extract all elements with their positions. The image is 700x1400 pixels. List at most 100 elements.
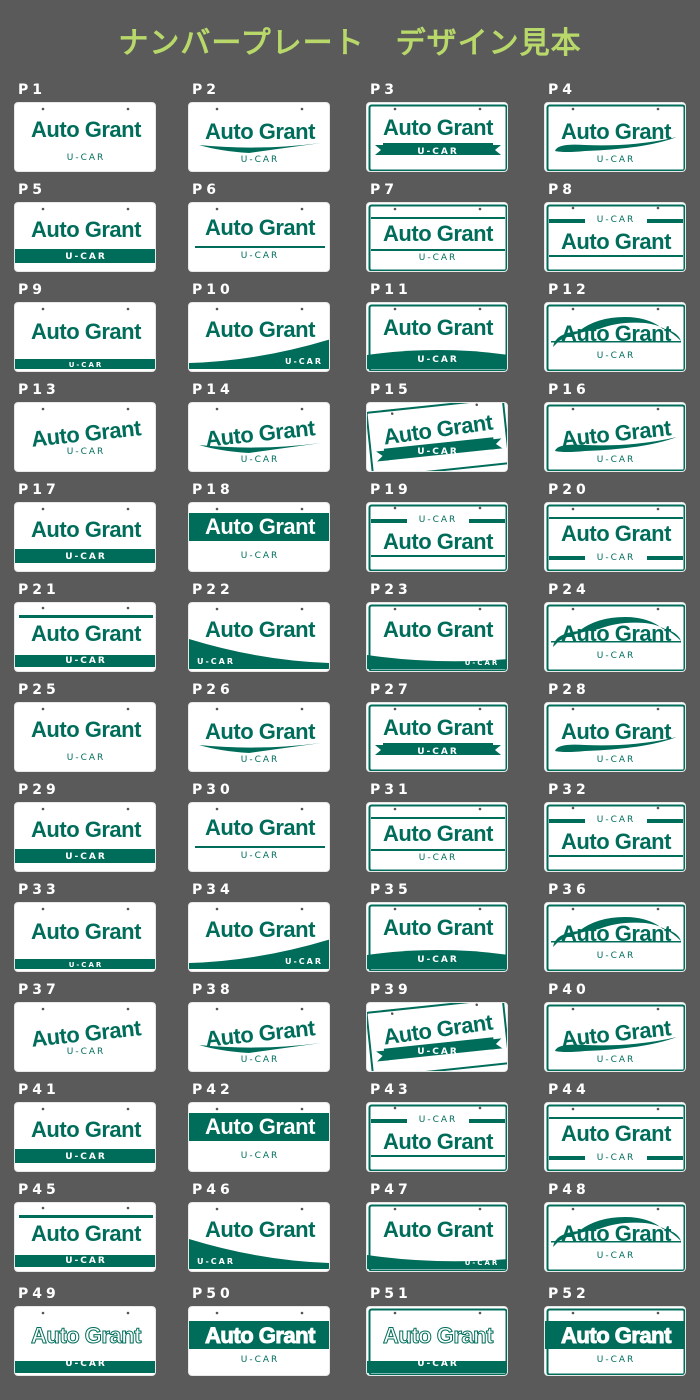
plate-name: Auto Grant [383, 221, 493, 246]
design-cell: P43 Auto Grant U-CAR [366, 1082, 508, 1180]
license-plate: Auto Grant U-CAR [188, 1002, 330, 1072]
plate-name: Auto Grant [383, 821, 493, 846]
license-plate: Auto Grant U-CAR [188, 1306, 330, 1376]
screw-hole [393, 607, 397, 611]
screw-hole [393, 707, 397, 711]
screw-hole [41, 707, 45, 711]
top-line [549, 517, 683, 519]
plate-name: Auto Grant [383, 315, 493, 340]
plate-name: Auto Grant [383, 529, 493, 554]
screw-hole [571, 307, 575, 311]
plate-name: Auto Grant [561, 921, 671, 946]
screw-hole [656, 107, 660, 111]
design-code: P1 [18, 82, 47, 98]
screw-hole [478, 707, 482, 711]
design-cell: P25 Auto Grant U-CAR [14, 682, 156, 780]
license-plate: Auto Grant U-CAR [188, 202, 330, 272]
design-cell: P27 Auto Grant U-CAR [366, 682, 508, 780]
screw-hole [571, 1007, 575, 1011]
screw-hole [215, 607, 219, 611]
design-cell: P29 Auto Grant U-CAR [14, 782, 156, 880]
license-plate: Auto Grant U-CAR [14, 1306, 156, 1376]
plate-sub: U-CAR [417, 1047, 459, 1057]
bottom-line [549, 855, 683, 857]
top-line [371, 817, 505, 819]
plate-sub: U-CAR [66, 153, 106, 163]
design-code: P4 [548, 82, 577, 98]
screw-hole [475, 1003, 479, 1007]
screw-hole [478, 506, 482, 510]
license-plate: Auto Grant U-CAR [14, 702, 156, 772]
design-cell: P52 Auto Grant U-CAR [544, 1286, 686, 1384]
design-code: P27 [370, 682, 412, 698]
design-cell: P50 Auto Grant U-CAR [188, 1286, 330, 1384]
design-code: P25 [18, 682, 60, 698]
license-plate: Auto Grant U-CAR [188, 1202, 330, 1272]
underline [195, 846, 325, 848]
design-code: P5 [18, 182, 47, 198]
license-plate: Auto Grant U-CAR [188, 402, 330, 472]
design-code: P17 [18, 482, 60, 498]
design-code: P8 [548, 182, 577, 198]
design-code: P48 [548, 1182, 590, 1198]
license-plate: Auto Grant U-CAR [188, 502, 330, 572]
design-cell: P20 Auto Grant U-CAR [544, 482, 686, 580]
screw-hole [478, 107, 482, 111]
design-code: P46 [192, 1182, 234, 1198]
plate-name: Auto Grant [31, 1117, 141, 1142]
license-plate: Auto Grant U-CAR [366, 1306, 508, 1376]
design-code: P34 [192, 882, 234, 898]
design-cell: P5 Auto Grant U-CAR [14, 182, 156, 280]
design-code: P40 [548, 982, 590, 998]
license-plate: Auto Grant U-CAR [366, 602, 508, 672]
design-cell: P48 Auto Grant U-CAR [544, 1182, 686, 1280]
plate-name: Auto Grant [561, 1221, 671, 1246]
plate-name: Auto Grant [31, 1221, 141, 1246]
license-plate: Auto Grant U-CAR [188, 802, 330, 872]
plate-sub: U-CAR [240, 851, 280, 861]
plate-sub: U-CAR [596, 651, 636, 661]
design-cell: P18 Auto Grant U-CAR [188, 482, 330, 580]
screw-hole [41, 107, 45, 111]
screw-hole [478, 1207, 482, 1211]
license-plate: Auto Grant U-CAR [188, 302, 330, 372]
screw-hole [656, 307, 660, 311]
screw-hole [656, 907, 660, 911]
screw-hole [300, 1311, 304, 1315]
license-plate: Auto Grant U-CAR [366, 1002, 508, 1072]
bottom-line [371, 1155, 505, 1157]
license-plate: Auto Grant U-CAR [14, 402, 156, 472]
plate-name: Auto Grant [31, 919, 141, 944]
plate-sub: U-CAR [196, 657, 236, 666]
license-plate: Auto Grant U-CAR [366, 1202, 508, 1272]
screw-hole [215, 707, 219, 711]
screw-hole [126, 606, 130, 610]
plate-name: Auto Grant [31, 717, 141, 742]
plate-name: Auto Grant [561, 521, 671, 546]
plate-sub: U-CAR [240, 551, 280, 561]
design-cell: P30 Auto Grant U-CAR [188, 782, 330, 880]
screw-hole [41, 1007, 45, 1011]
plate-sub: U-CAR [418, 853, 458, 863]
design-cell: P31 Auto Grant U-CAR [366, 782, 508, 880]
screw-hole [215, 507, 219, 511]
design-code: P16 [548, 382, 590, 398]
license-plate: Auto Grant U-CAR [544, 1202, 686, 1272]
design-code: P10 [192, 282, 234, 298]
design-code: P32 [548, 782, 590, 798]
license-plate: Auto Grant U-CAR [544, 802, 686, 872]
screw-hole [41, 907, 45, 911]
license-plate: Auto Grant U-CAR [544, 502, 686, 572]
screw-hole [215, 107, 219, 111]
design-cell: P1 Auto Grant U-CAR [14, 82, 156, 180]
design-code: P33 [18, 882, 60, 898]
plate-name: Auto Grant [31, 517, 141, 542]
screw-hole [478, 807, 482, 811]
screw-hole [300, 707, 304, 711]
license-plate: Auto Grant U-CAR [366, 502, 508, 572]
screw-hole [656, 707, 660, 711]
license-plate: Auto Grant U-CAR [14, 1202, 156, 1272]
screw-hole [41, 1311, 45, 1315]
screw-hole [571, 907, 575, 911]
license-plate: Auto Grant U-CAR [366, 702, 508, 772]
